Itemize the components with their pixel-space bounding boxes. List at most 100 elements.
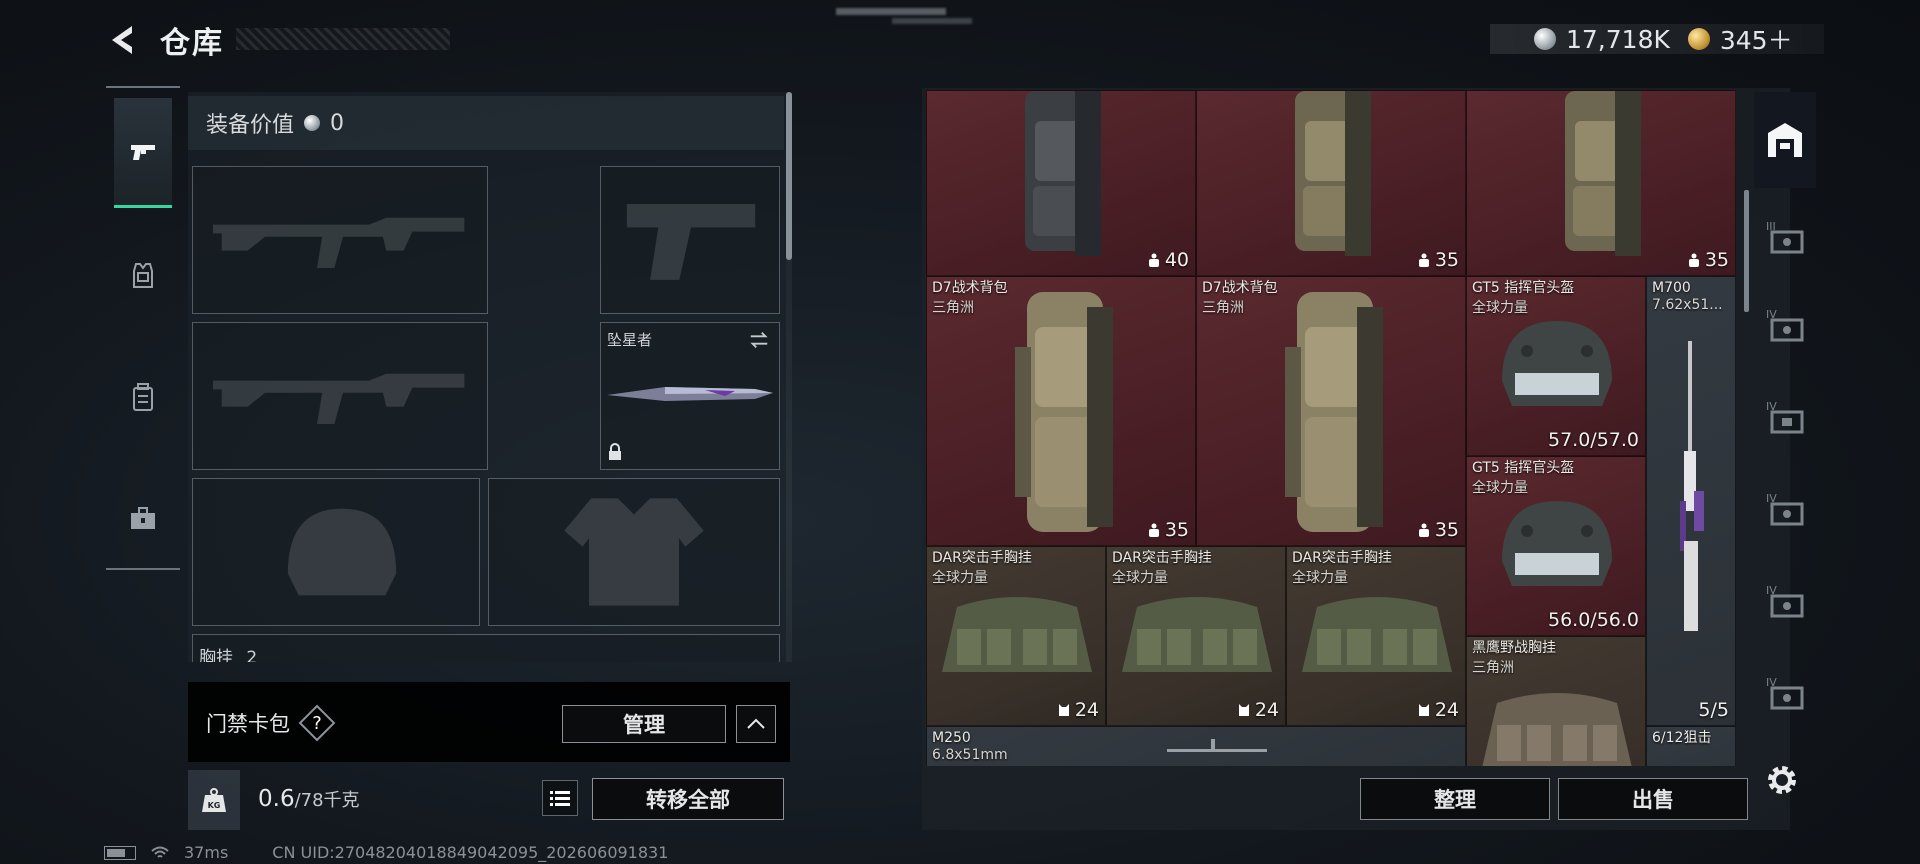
item-cell[interactable]: GT5 指挥官头盔 全球力量 56.0/56.0 xyxy=(1466,456,1646,636)
helmet-silhouette-icon xyxy=(287,508,397,596)
item-cell[interactable]: 黑鹰野战胸挂 三角洲 xyxy=(1466,636,1646,766)
category-tabs xyxy=(106,86,180,570)
tab-backpack[interactable] xyxy=(114,342,172,452)
item-count: 35 xyxy=(1687,249,1729,271)
item-cell[interactable]: DAR突击手胸挂 全球力量 24 xyxy=(1286,546,1466,726)
list-view-button[interactable] xyxy=(542,780,578,816)
storage-main-tab[interactable] xyxy=(1754,92,1816,188)
item-cell[interactable]: 40 xyxy=(926,90,1196,276)
item-name: GT5 指挥官头盔 xyxy=(1472,280,1575,296)
capacity-icon xyxy=(1418,253,1429,267)
rig-capacity-icon xyxy=(1418,704,1429,716)
tab-armor[interactable] xyxy=(114,220,172,330)
collapse-button[interactable] xyxy=(736,705,776,743)
ping-text: 37ms xyxy=(184,843,229,862)
silver-coin-icon xyxy=(1534,28,1556,50)
item-count: 35 xyxy=(1147,519,1189,541)
chest-rig-item-icon xyxy=(1482,693,1632,766)
item-subtitle: 全球力量 xyxy=(1472,300,1528,316)
armor-vest-icon xyxy=(133,263,153,288)
item-cell[interactable]: 35 xyxy=(1466,90,1736,276)
storage-expansion-icon: IV xyxy=(1766,492,1804,526)
storage-expansion-tab[interactable]: IV xyxy=(1754,376,1816,458)
chevron-up-icon xyxy=(747,718,765,729)
back-button[interactable] xyxy=(104,20,144,60)
machine-gun-item-icon xyxy=(1167,739,1267,752)
tab-weapons[interactable] xyxy=(114,98,172,208)
item-durability: 57.0/57.0 xyxy=(1547,429,1639,451)
item-cell[interactable]: 6/12狙击 xyxy=(1646,726,1736,766)
equipment-value-bar: 装备价值 0 xyxy=(188,96,784,150)
rifle-silhouette-icon xyxy=(213,373,465,424)
melee-slot[interactable]: 坠星者 xyxy=(600,322,780,470)
storage-expansion-tab[interactable]: IV xyxy=(1754,468,1816,550)
helmet-slot[interactable] xyxy=(192,478,480,626)
item-subtitle: 7.62x51... xyxy=(1652,297,1723,313)
item-name: 黑鹰野战胸挂 xyxy=(1472,640,1556,656)
item-name: M250 xyxy=(932,730,971,746)
item-name: DAR突击手胸挂 xyxy=(932,550,1032,566)
sell-button[interactable]: 出售 xyxy=(1558,778,1748,820)
uid-text: CN UID:27048204018849042095_202606091831 xyxy=(272,843,669,862)
help-icon[interactable]: ? xyxy=(300,708,334,738)
pistol-silhouette-icon xyxy=(626,204,756,280)
armor-silhouette-icon xyxy=(564,498,704,606)
warehouse-scrollbar[interactable] xyxy=(1744,190,1749,312)
item-cell[interactable]: M700 7.62x51... 5/5 xyxy=(1646,276,1736,726)
equipment-scrollbar-thumb[interactable] xyxy=(786,92,792,260)
rig-capacity-icon xyxy=(1238,704,1249,716)
equipment-value-label: 装备价值 xyxy=(206,113,295,138)
gold-coin-icon xyxy=(1687,28,1710,50)
item-cell[interactable]: GT5 指挥官头盔 全球力量 57.0/57.0 xyxy=(1466,276,1646,456)
status-bar: 37ms CN UID:27048204018849042095_2026060… xyxy=(104,843,668,862)
swap-icon[interactable] xyxy=(747,329,771,351)
primary-weapon-slot[interactable] xyxy=(192,166,488,314)
ceiling-light xyxy=(892,18,972,24)
item-cell[interactable]: DAR突击手胸挂 全球力量 24 xyxy=(1106,546,1286,726)
storage-expansion-tab[interactable]: IV xyxy=(1754,284,1816,366)
rig-capacity-icon xyxy=(1058,704,1069,716)
helmet-item-icon xyxy=(1502,321,1612,406)
weight-indicator: KG xyxy=(188,770,240,830)
item-count: 24 xyxy=(1057,699,1099,721)
secondary-weapon-slot[interactable] xyxy=(192,322,488,470)
storage-expansion-tab[interactable]: IV xyxy=(1754,652,1816,734)
sort-button[interactable]: 整理 xyxy=(1360,778,1550,820)
chest-rig-label: 胸挂 xyxy=(199,648,233,662)
item-count: 35 xyxy=(1417,519,1459,541)
item-durability: 56.0/56.0 xyxy=(1547,609,1639,631)
equipment-value: 0 xyxy=(330,110,345,136)
ceiling-light xyxy=(836,8,946,15)
item-cell[interactable]: M250 6.8x51mm xyxy=(926,726,1466,766)
chest-rig-slot[interactable]: 胸挂 2 xyxy=(192,634,780,662)
weight-readout: 0.6/78千克 xyxy=(258,786,360,812)
storage-expansion-icon: IV xyxy=(1766,400,1804,434)
page-title: 仓库 xyxy=(160,26,224,61)
item-cell[interactable]: DAR突击手胸挂 全球力量 24 xyxy=(926,546,1106,726)
item-cell[interactable]: 35 xyxy=(1196,90,1466,276)
transfer-all-button[interactable]: 转移全部 xyxy=(592,778,784,820)
storage-expansion-tab[interactable]: III xyxy=(1754,196,1816,278)
item-subtitle: 全球力量 xyxy=(1292,570,1348,586)
silver-coin-icon xyxy=(304,115,321,131)
backpack-item-icon xyxy=(1015,292,1113,532)
storage-expansion-tab[interactable]: IV xyxy=(1754,560,1816,642)
item-cell[interactable]: D7战术背包 三角洲 35 xyxy=(1196,276,1466,546)
item-cell[interactable]: D7战术背包 三角洲 35 xyxy=(926,276,1196,546)
settings-button[interactable] xyxy=(1762,760,1802,800)
item-name: GT5 指挥官头盔 xyxy=(1472,460,1575,476)
item-count: 40 xyxy=(1147,249,1189,271)
gear-icon xyxy=(1768,766,1796,794)
item-subtitle: 全球力量 xyxy=(1112,570,1168,586)
sidearm-slot[interactable] xyxy=(600,166,780,314)
wifi-icon xyxy=(151,846,169,858)
storage-main-icon xyxy=(1768,123,1802,157)
item-subtitle: 6.8x51mm xyxy=(932,747,1008,763)
item-subtitle: 全球力量 xyxy=(1472,480,1528,496)
body-armor-slot[interactable] xyxy=(488,478,780,626)
chest-rig-item-icon xyxy=(1302,597,1452,672)
currency-bar: 17,718K 345＋ xyxy=(1490,24,1824,55)
manage-button[interactable]: 管理 xyxy=(562,705,726,743)
item-count: 35 xyxy=(1417,249,1459,271)
tab-supplies[interactable] xyxy=(114,464,172,574)
